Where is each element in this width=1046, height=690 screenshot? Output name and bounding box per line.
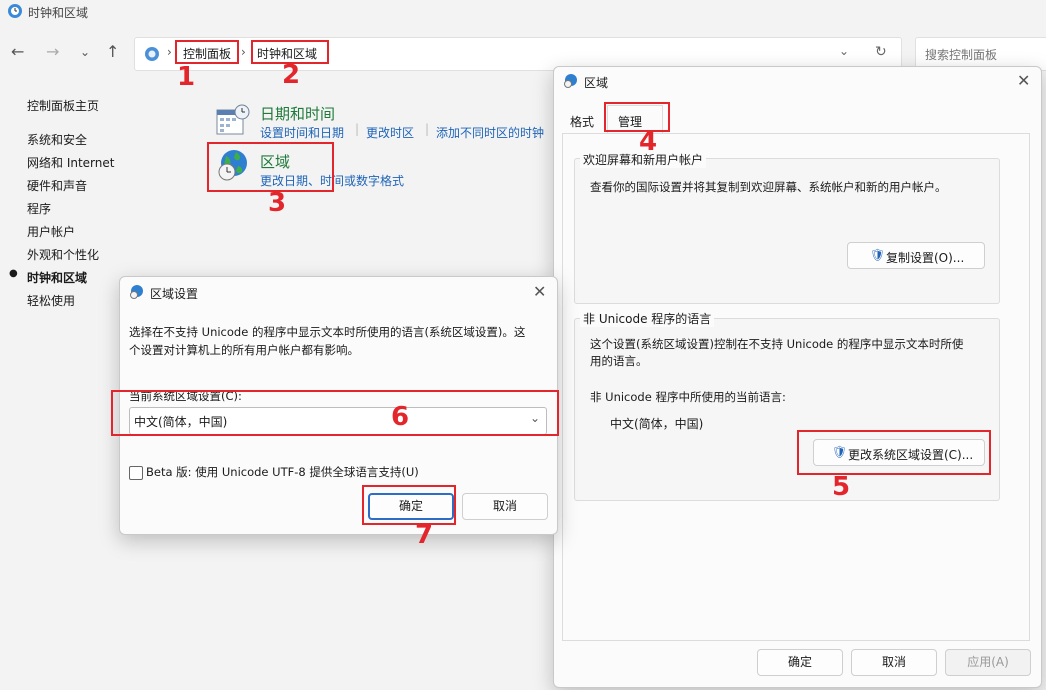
recent-chevron-icon[interactable]: ⌄ — [80, 45, 90, 59]
annotation-number-4: 4 — [639, 127, 658, 157]
link-divider: | — [425, 122, 430, 136]
locale-desc-line2: 个设置对计算机上的所有用户帐户都有影响。 — [129, 343, 359, 357]
sidebar-item-appearance[interactable]: 外观和个性化 — [27, 246, 99, 263]
breadcrumb-separator: › — [167, 45, 172, 59]
annotation-box-5 — [797, 430, 991, 475]
copy-settings-label: 复制设置(O)... — [886, 251, 965, 265]
sidebar-item-accounts[interactable]: 用户帐户 — [27, 223, 75, 240]
globe-clock-icon — [564, 74, 577, 88]
clock-globe-icon — [8, 4, 22, 18]
tab-format[interactable]: 格式 — [570, 113, 594, 130]
beta-utf8-label[interactable]: Beta 版: 使用 Unicode UTF-8 提供全球语言支持(U) — [146, 464, 419, 480]
nonunicode-desc-line2: 用的语言。 — [590, 354, 648, 368]
window-titlebar: 时钟和区域 — [0, 0, 1046, 24]
region-cancel-button[interactable]: 取消 — [851, 649, 937, 676]
beta-utf8-checkbox[interactable] — [129, 466, 143, 480]
annotation-number-2: 2 — [282, 60, 301, 90]
sidebar-item-network[interactable]: 网络和 Internet — [27, 154, 114, 171]
up-arrow-icon[interactable]: ↑ — [106, 42, 119, 61]
back-arrow-icon[interactable]: ← — [11, 42, 24, 61]
region-apply-label: 应用(A) — [967, 655, 1009, 669]
locale-desc-line1: 选择在不支持 Unicode 的程序中显示文本时所使用的语言(系统区域设置)。这 — [129, 325, 526, 339]
globe-clock-icon — [130, 285, 143, 299]
nonunicode-group-title: 非 Unicode 程序的语言 — [580, 310, 715, 327]
annotation-number-6: 6 — [391, 402, 410, 432]
annotation-number-1: 1 — [177, 62, 196, 92]
annotation-box-3 — [207, 142, 334, 192]
close-icon[interactable]: ✕ — [1017, 71, 1030, 90]
region-cancel-label: 取消 — [881, 655, 906, 669]
copy-settings-button[interactable]: 🛡 复制设置(O)... — [847, 242, 985, 269]
annotation-number-3: 3 — [268, 188, 287, 218]
welcome-desc: 查看你的国际设置并将其复制到欢迎屏幕、系统帐户和新的用户帐户。 — [590, 180, 947, 194]
annotation-number-5: 5 — [832, 472, 851, 502]
link-divider: | — [355, 122, 360, 136]
annotation-box-1 — [175, 40, 239, 64]
locale-dialog-title: 区域设置 — [150, 287, 199, 301]
sidebar-item-ease[interactable]: 轻松使用 — [27, 292, 75, 309]
region-apply-button[interactable]: 应用(A) — [945, 649, 1031, 676]
sidebar-item-security[interactable]: 系统和安全 — [27, 131, 87, 148]
locale-cancel-button[interactable]: 取消 — [462, 493, 548, 520]
annotation-box-6 — [111, 390, 559, 436]
sidebar-item-programs[interactable]: 程序 — [27, 200, 51, 217]
selected-bullet: ● — [9, 268, 18, 279]
calendar-clock-icon — [216, 104, 250, 135]
current-language-label: 非 Unicode 程序中所使用的当前语言: — [590, 390, 786, 404]
region-dialog-title: 区域 — [584, 76, 609, 90]
annotation-number-7: 7 — [415, 520, 434, 550]
refresh-icon[interactable]: ↻ — [875, 44, 887, 60]
region-ok-button[interactable]: 确定 — [757, 649, 843, 676]
window-title: 时钟和区域 — [28, 6, 89, 20]
add-clocks-link[interactable]: 添加不同时区的时钟 — [436, 124, 544, 141]
set-time-date-link[interactable]: 设置时间和日期 — [260, 124, 344, 141]
datetime-heading[interactable]: 日期和时间 — [260, 103, 335, 124]
annotation-box-7 — [362, 485, 456, 525]
search-input[interactable]: 搜索控制面板 — [925, 46, 997, 63]
region-dialog: 区域 ✕ 格式 管理 欢迎屏幕和新用户帐户 查看你的国际设置并将其复制到欢迎屏幕… — [553, 66, 1042, 688]
forward-arrow-icon[interactable]: → — [46, 42, 59, 61]
sidebar-item-hardware[interactable]: 硬件和声音 — [27, 177, 87, 194]
sidebar-item-home[interactable]: 控制面板主页 — [27, 97, 99, 114]
current-language-value: 中文(简体，中国) — [610, 417, 704, 431]
close-icon[interactable]: ✕ — [533, 282, 546, 301]
region-ok-label: 确定 — [787, 655, 812, 669]
locale-cancel-label: 取消 — [492, 499, 517, 513]
shield-icon: 🛡 — [870, 248, 886, 262]
sidebar-item-clock-region[interactable]: 时钟和区域 — [27, 269, 87, 286]
annotation-box-4 — [604, 102, 670, 132]
nonunicode-desc-line1: 这个设置(系统区域设置)控制在不支持 Unicode 的程序中显示文本时所使 — [590, 337, 964, 351]
breadcrumb-separator: › — [241, 45, 246, 59]
change-timezone-link[interactable]: 更改时区 — [366, 124, 414, 141]
control-panel-icon — [145, 47, 159, 61]
address-dropdown-icon[interactable]: ⌄ — [839, 44, 849, 58]
